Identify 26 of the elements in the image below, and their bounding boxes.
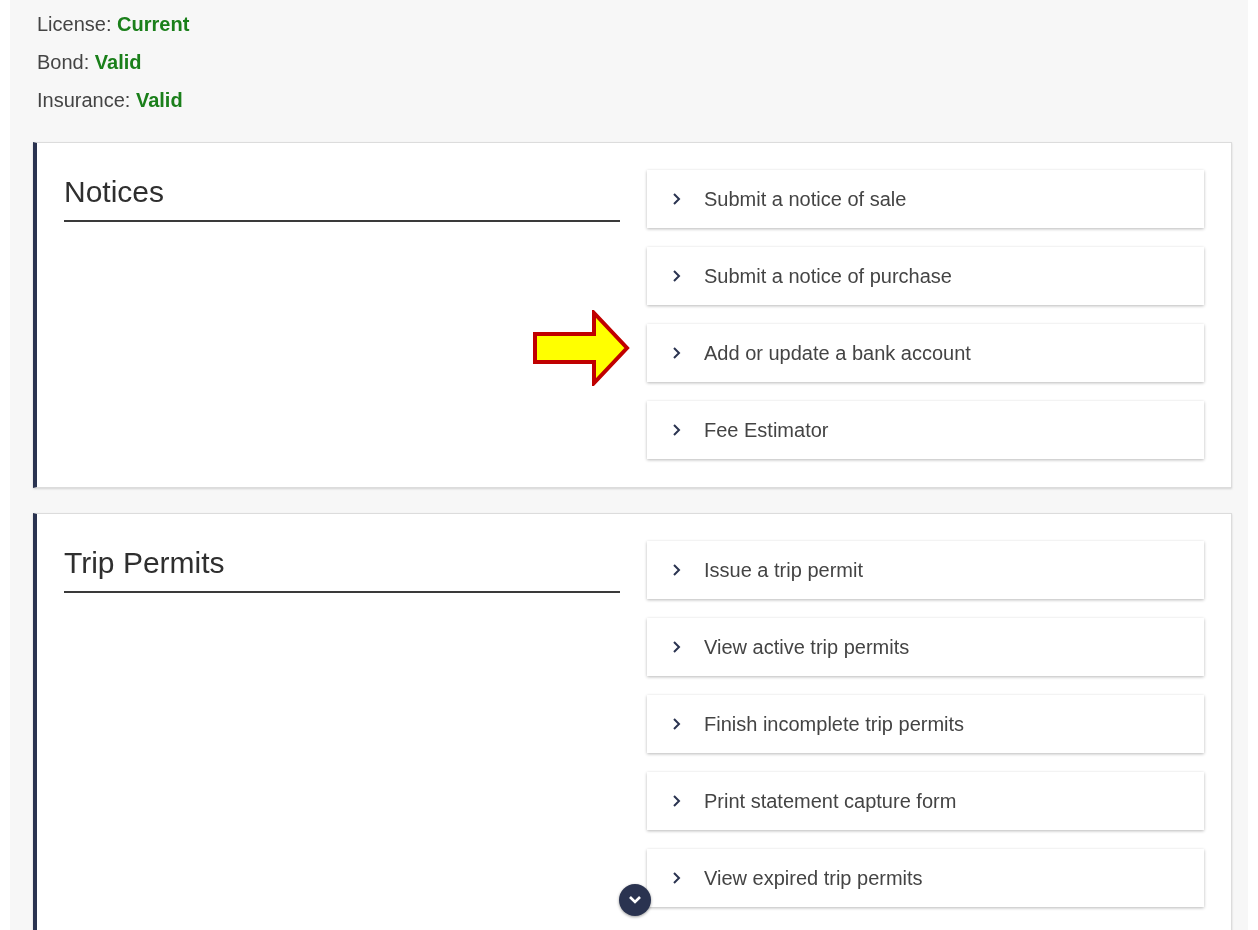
chevron-right-icon xyxy=(672,794,682,808)
status-label: Insurance: xyxy=(37,89,131,111)
link-item[interactable]: Fee Estimator xyxy=(647,401,1204,459)
link-item[interactable]: Issue a trip permit xyxy=(647,541,1204,599)
section-heading: Trip Permits xyxy=(64,541,620,593)
link-item[interactable]: Submit a notice of sale xyxy=(647,170,1204,228)
chevron-right-icon xyxy=(672,563,682,577)
link-item[interactable]: Submit a notice of purchase xyxy=(647,247,1204,305)
chevron-right-icon xyxy=(672,871,682,885)
chevron-right-icon xyxy=(672,717,682,731)
link-item[interactable]: Finish incomplete trip permits xyxy=(647,695,1204,753)
chevron-down-icon xyxy=(628,895,642,905)
chevron-right-icon xyxy=(672,640,682,654)
status-label: Bond: xyxy=(37,51,90,73)
status-label: License: xyxy=(37,13,112,35)
status-value: Valid xyxy=(135,89,183,111)
chevron-right-icon xyxy=(672,269,682,283)
link-item[interactable]: View expired trip permits xyxy=(647,849,1204,907)
status-value: Valid xyxy=(94,51,142,73)
link-item[interactable]: View active trip permits xyxy=(647,618,1204,676)
chevron-right-icon xyxy=(672,192,682,206)
status-value: Current xyxy=(117,13,190,35)
section-heading: Notices xyxy=(64,170,620,222)
chevron-right-icon xyxy=(672,346,682,360)
chevron-right-icon xyxy=(672,423,682,437)
link-item[interactable]: Print statement capture form xyxy=(647,772,1204,830)
